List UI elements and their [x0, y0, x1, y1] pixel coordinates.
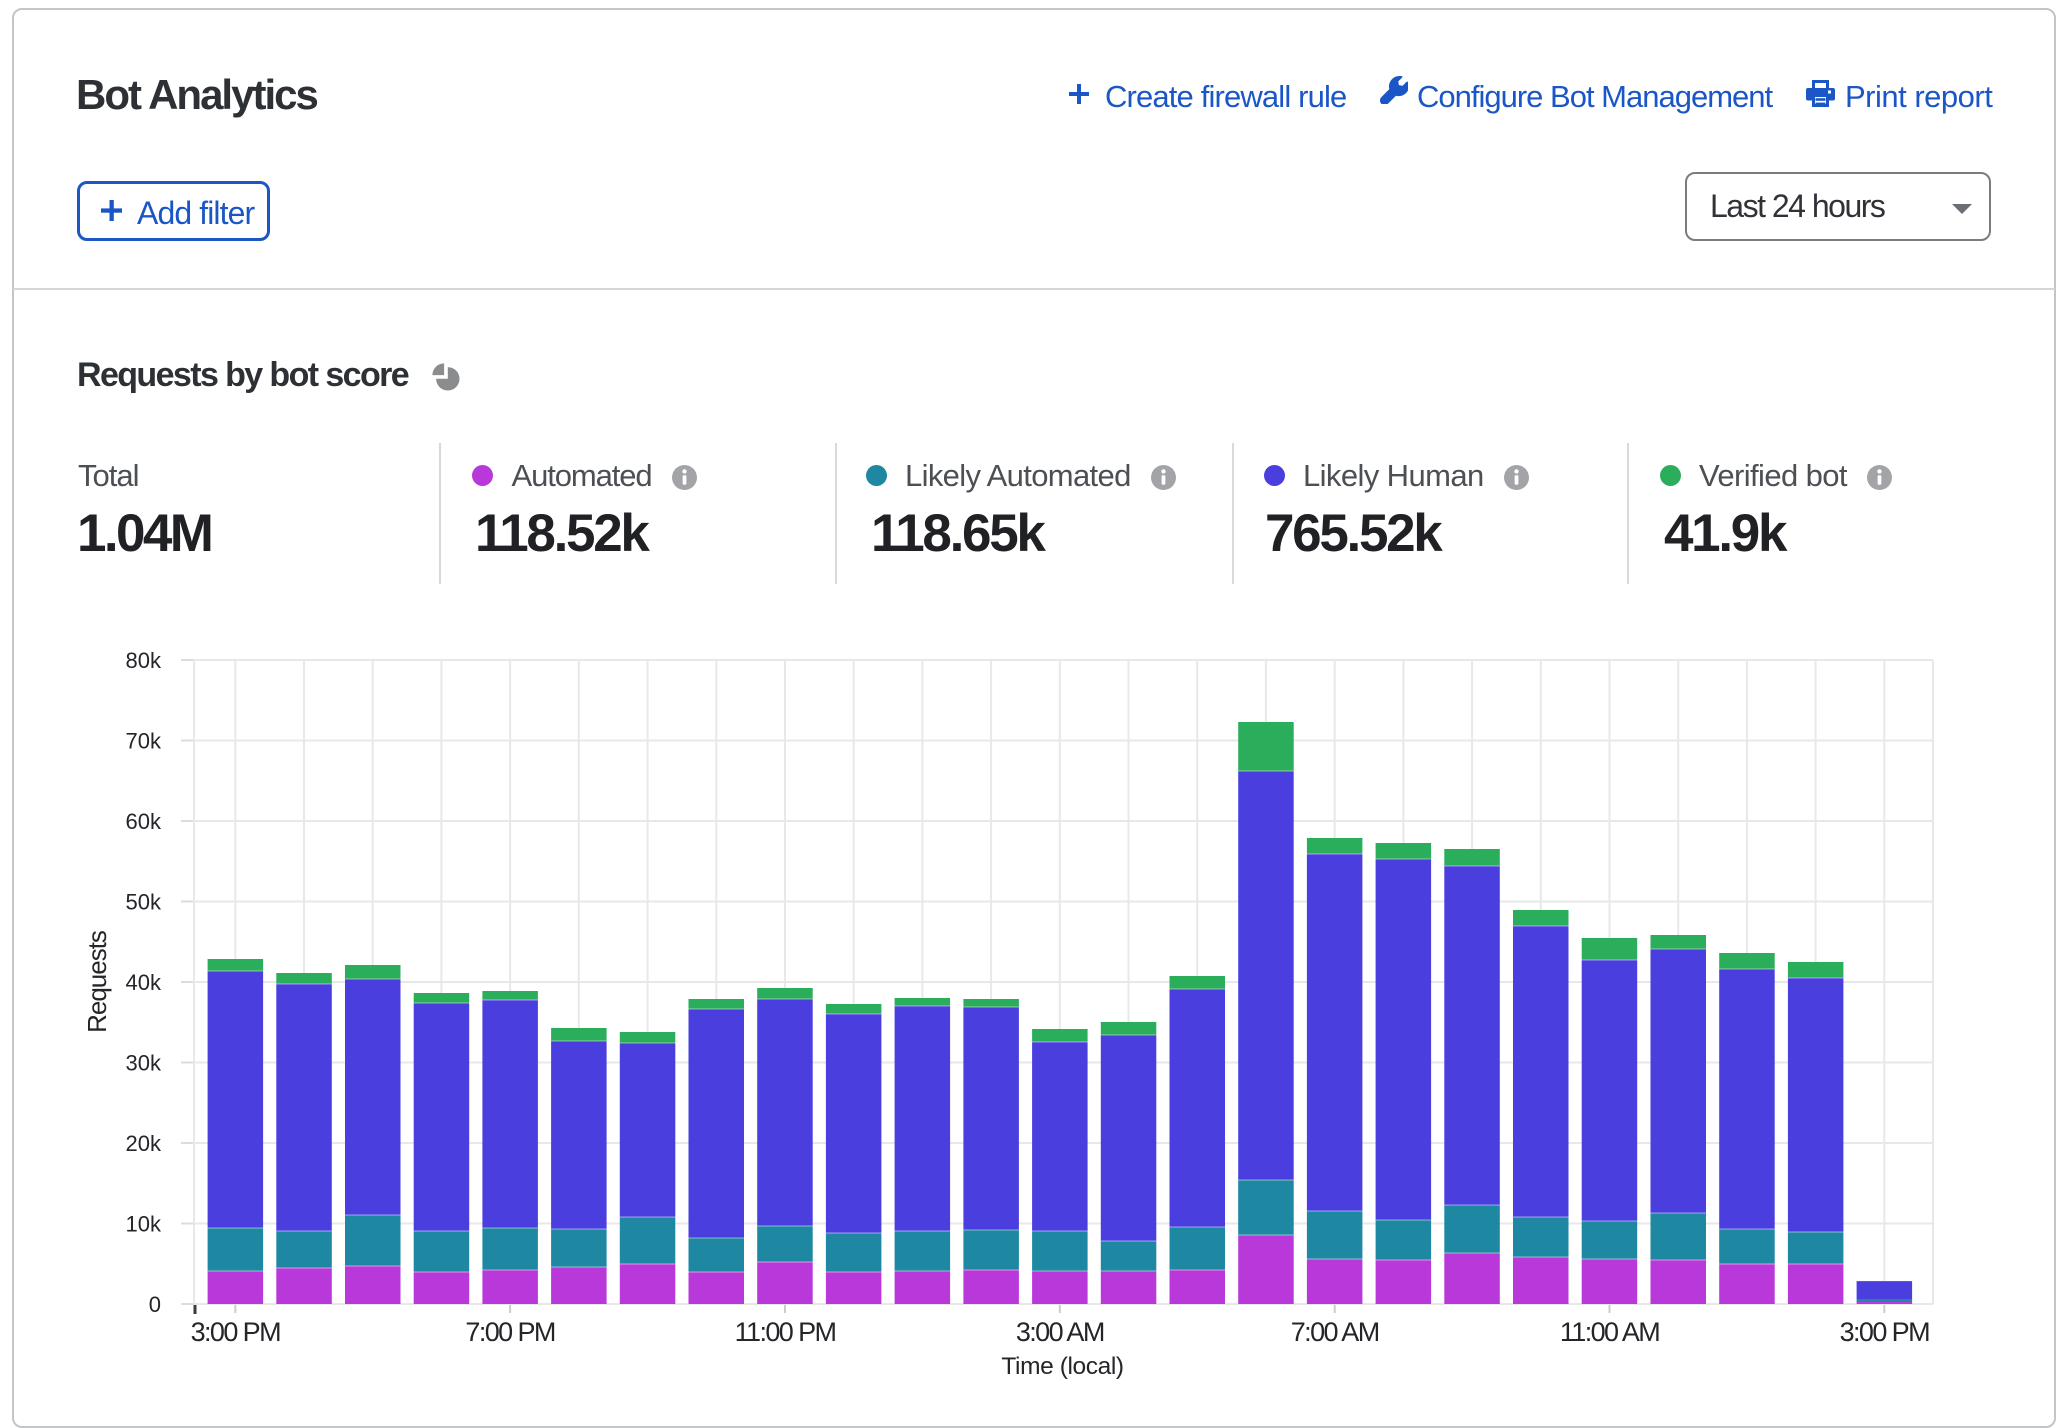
svg-text:20k: 20k — [126, 1131, 162, 1156]
svg-text:40k: 40k — [126, 970, 162, 995]
svg-text:70k: 70k — [126, 729, 162, 754]
svg-text:0: 0 — [149, 1292, 161, 1317]
svg-text:10k: 10k — [126, 1212, 162, 1237]
svg-text:Requests: Requests — [82, 930, 112, 1033]
svg-text:80k: 80k — [126, 648, 162, 673]
svg-text:11:00 AM: 11:00 AM — [1560, 1317, 1659, 1347]
svg-text:3:00 PM: 3:00 PM — [191, 1317, 280, 1347]
svg-text:50k: 50k — [126, 890, 162, 915]
svg-text:7:00 AM: 7:00 AM — [1291, 1317, 1379, 1347]
svg-text:11:00 PM: 11:00 PM — [735, 1317, 836, 1347]
svg-text:7:00 PM: 7:00 PM — [465, 1317, 554, 1347]
svg-text:Time (local): Time (local) — [1001, 1353, 1123, 1380]
svg-text:3:00 AM: 3:00 AM — [1016, 1317, 1104, 1347]
svg-text:30k: 30k — [126, 1051, 162, 1076]
svg-text:60k: 60k — [126, 809, 162, 834]
svg-text:3:00 PM: 3:00 PM — [1840, 1317, 1929, 1347]
